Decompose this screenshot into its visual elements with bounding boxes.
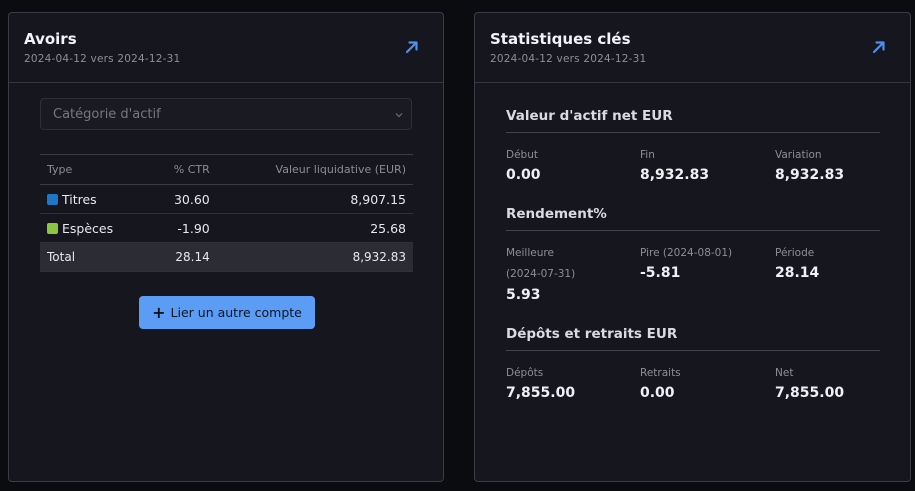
column-header-value[interactable]: Valeur liquidative (EUR) [216,154,413,185]
link-account-label: Lier un autre compte [170,305,302,320]
asset-category-select[interactable]: Catégorie d'actif [40,98,412,130]
row-type-label: Titres [62,191,97,207]
legend-swatch [47,222,58,234]
row-type-label: Espèces [62,220,114,236]
table-row[interactable]: Titres 30.60 8,907.15 [40,184,413,214]
arrow-up-right-icon[interactable] [872,40,886,54]
column-header-ctr[interactable]: % CTR [148,154,217,185]
arrow-up-right-icon[interactable] [405,40,419,54]
nav-section-title: Valeur d'actif net EUR [506,108,673,124]
total-ctr: 28.14 [148,242,217,272]
flows-net-label: Net [775,367,794,379]
nav-start-value: 0.00 [506,167,541,183]
row-value: 8,907.15 [216,184,413,214]
returns-best-date: (2024-07-31) [506,268,576,280]
returns-worst-label: Pire (2024-08-01) [640,247,733,259]
key-stats-card-title: Statistiques clés [490,30,631,48]
flows-deposits-value: 7,855.00 [506,385,576,401]
holdings-card: Avoirs 2024-04-12 vers 2024-12-31 Catégo… [8,12,444,482]
table-row[interactable]: Espèces -1.90 25.68 [40,213,413,243]
link-account-button[interactable]: + Lier un autre compte [139,296,315,329]
row-value: 25.68 [216,213,413,243]
returns-section-divider [506,230,880,231]
chevron-down-icon [395,113,403,118]
flows-section-title: Dépôts et retraits EUR [506,326,678,342]
key-stats-date-range: 2024-04-12 vers 2024-12-31 [490,53,647,65]
holdings-date-range: 2024-04-12 vers 2024-12-31 [24,53,181,65]
returns-period-label: Période [775,247,815,259]
row-ctr: -1.90 [148,213,217,243]
legend-swatch [47,193,58,205]
nav-change-label: Variation [775,149,822,161]
asset-category-placeholder: Catégorie d'actif [53,107,161,122]
returns-worst-value: -5.81 [640,265,681,281]
flows-withdrawals-label: Retraits [640,367,681,379]
table-header-row: Type % CTR Valeur liquidative (EUR) [40,154,413,185]
row-ctr: 30.60 [148,184,217,214]
holdings-table: Type % CTR Valeur liquidative (EUR) Titr… [40,154,413,272]
nav-start-label: Début [506,149,538,161]
nav-end-label: Fin [640,149,655,161]
returns-best-value: 5.93 [506,287,541,303]
nav-change-value: 8,932.83 [775,167,845,183]
row-type-cell: Espèces [40,213,149,243]
table-total-row: Total 28.14 8,932.83 [40,242,413,272]
key-stats-card-header: Statistiques clés 2024-04-12 vers 2024-1… [475,13,910,83]
plus-icon: + [152,303,166,322]
returns-best-label: Meilleure [506,247,554,259]
returns-period-value: 28.14 [775,265,820,281]
flows-withdrawals-value: 0.00 [640,385,675,401]
flows-deposits-label: Dépôts [506,367,544,379]
holdings-card-title: Avoirs [24,30,77,48]
row-type-cell: Titres [40,184,149,214]
flows-section-divider [506,350,880,351]
total-value: 8,932.83 [216,242,413,272]
key-stats-card: Statistiques clés 2024-04-12 vers 2024-1… [474,12,911,482]
total-label: Total [40,242,149,272]
flows-net-value: 7,855.00 [775,385,845,401]
nav-end-value: 8,932.83 [640,167,710,183]
column-header-type[interactable]: Type [40,154,149,185]
holdings-card-header: Avoirs 2024-04-12 vers 2024-12-31 [9,13,443,83]
returns-section-title: Rendement% [506,206,607,222]
nav-section-divider [506,132,880,133]
